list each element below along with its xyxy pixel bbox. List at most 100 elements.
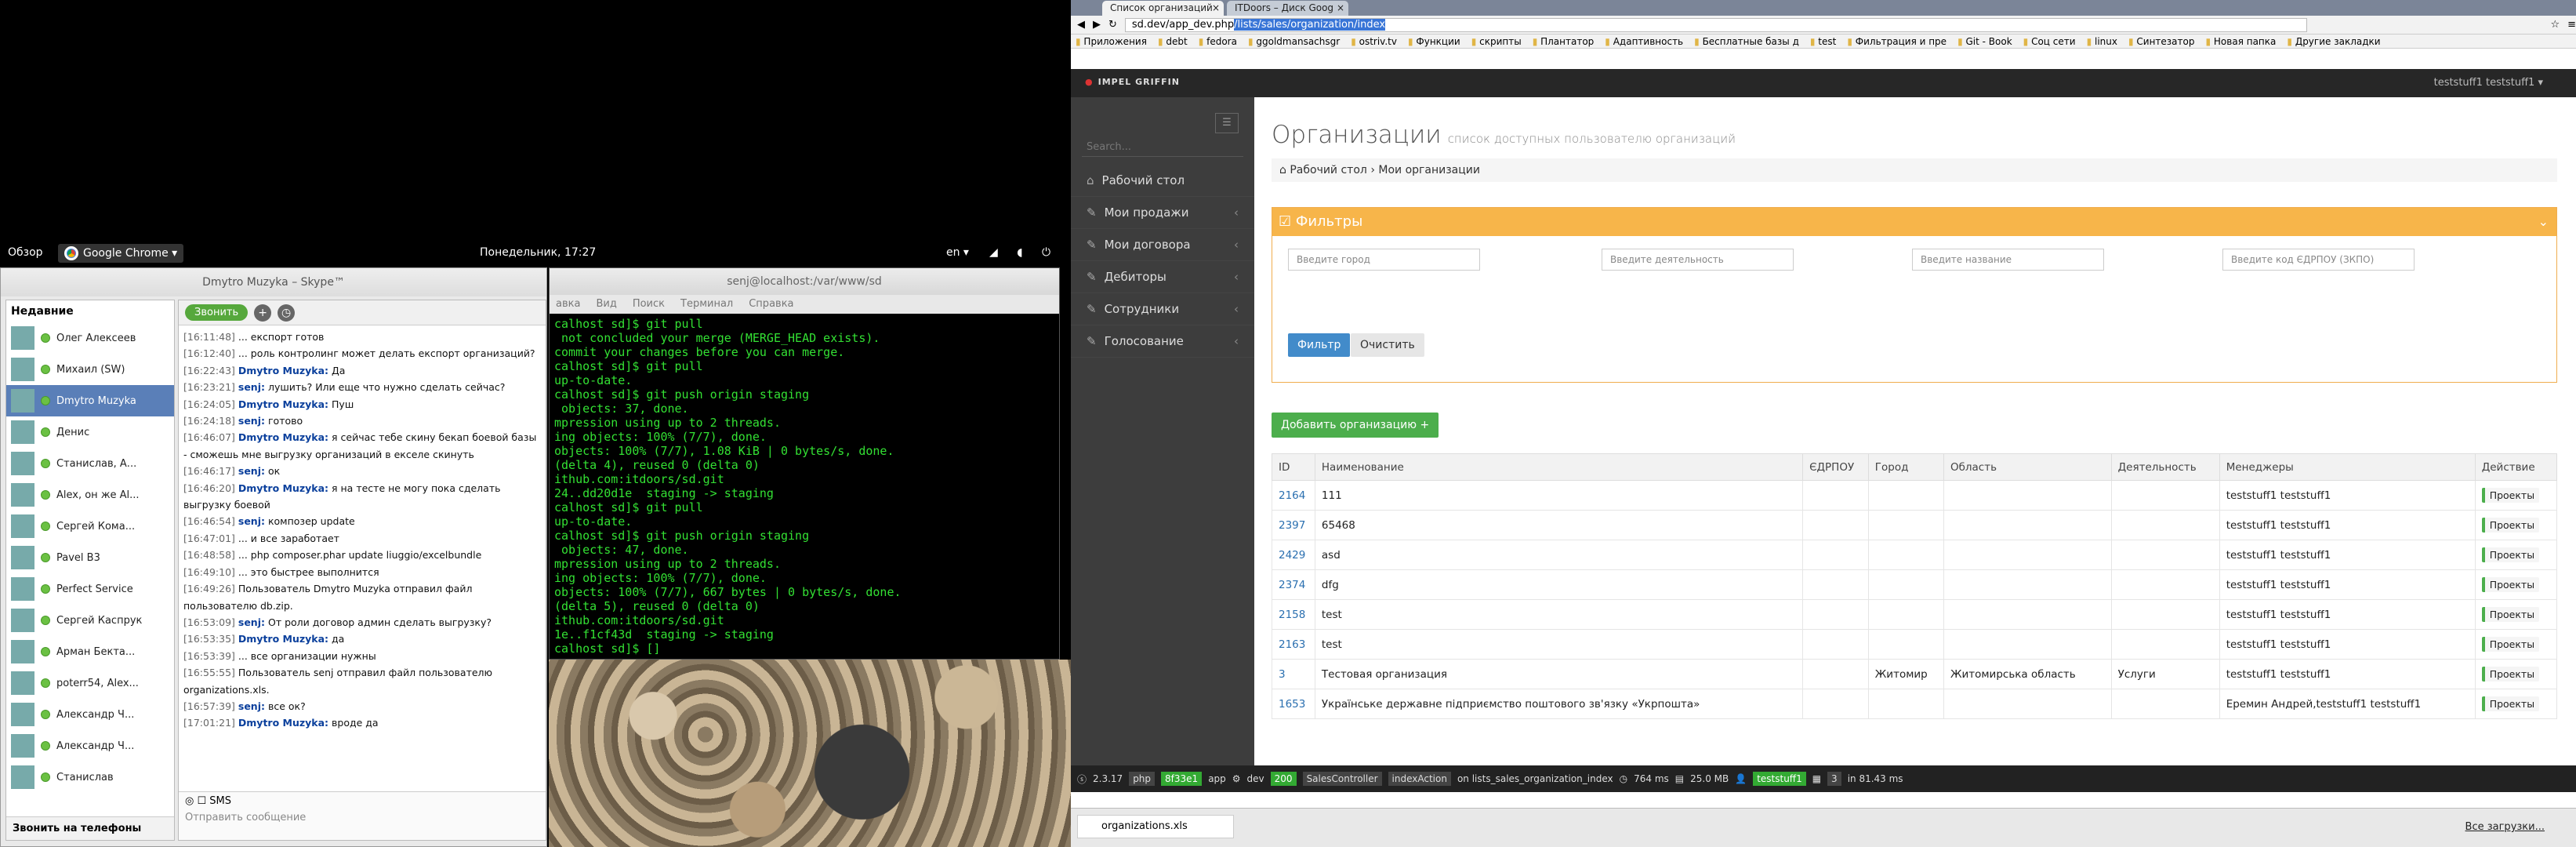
- bookmark-item[interactable]: debt: [1158, 35, 1187, 48]
- sidebar-item[interactable]: ✎ Голосование ‹: [1071, 325, 1254, 358]
- filters-header[interactable]: ☑ Фильтры ⌄: [1272, 208, 2556, 236]
- contact-item[interactable]: Dmytro Muzyka: [6, 385, 174, 416]
- bookmark-item[interactable]: Git - Book: [1957, 35, 2012, 48]
- bookmark-item[interactable]: Синтезатор: [2128, 35, 2194, 48]
- menu-icon[interactable]: ≡: [2567, 19, 2576, 31]
- add-organization-button[interactable]: Добавить организацию +: [1272, 413, 1439, 438]
- reload-icon[interactable]: ↻: [1108, 19, 1117, 31]
- column-header[interactable]: Деятельность: [2110, 453, 2220, 481]
- contact-item[interactable]: Pavel B3: [6, 542, 174, 573]
- column-header[interactable]: Наименование: [1314, 453, 1804, 481]
- name-input[interactable]: Введите название: [1912, 249, 2104, 271]
- sf-queries[interactable]: 3: [1827, 772, 1841, 786]
- contact-item[interactable]: Станислав: [6, 762, 174, 793]
- chevron-down-icon[interactable]: ⌄: [2538, 208, 2549, 236]
- sms-toggle[interactable]: ◎ ☐ SMS: [185, 795, 539, 807]
- contact-item[interactable]: Perfect Service: [6, 573, 174, 605]
- message-input-area[interactable]: ◎ ☐ SMS Отправить сообщение: [179, 791, 546, 840]
- contact-item[interactable]: Александр Ч...: [6, 699, 174, 730]
- tab-organizations[interactable]: Список организаций ×: [1102, 1, 1224, 16]
- terminal-menu-item[interactable]: Вид: [596, 295, 616, 314]
- sidebar-item[interactable]: ✎ Мои продажи ‹: [1071, 197, 1254, 229]
- sidebar-search[interactable]: Search...: [1082, 138, 1243, 157]
- bookmark-item[interactable]: Приложения: [1076, 35, 1147, 48]
- sidebar-item[interactable]: ⌂ Рабочий стол: [1071, 165, 1254, 197]
- bookmark-item[interactable]: Бесплатные базы д: [1694, 35, 1799, 48]
- contact-item[interactable]: Станислав, А...: [6, 448, 174, 479]
- terminal-menu-item[interactable]: Поиск: [633, 295, 665, 314]
- edrpou-input[interactable]: Введите код ЄДРПОУ (ЗКПО): [2222, 249, 2415, 271]
- symfony-icon[interactable]: ⓢ: [1077, 772, 1087, 786]
- projects-button[interactable]: Проекты: [2481, 547, 2540, 562]
- table-cell[interactable]: 2374: [1272, 569, 1315, 600]
- all-downloads-link[interactable]: Все загрузки...: [2465, 821, 2545, 833]
- contact-item[interactable]: Денис: [6, 416, 174, 448]
- projects-button[interactable]: Проекты: [2481, 696, 2540, 711]
- bookmark-item[interactable]: Новая папка: [2205, 35, 2276, 48]
- bookmark-item[interactable]: Другие закладки: [2287, 35, 2381, 48]
- sf-status[interactable]: 200: [1270, 772, 1297, 786]
- star-icon[interactable]: ☆: [2550, 19, 2560, 31]
- address-bar[interactable]: sd.dev/app_dev.php/lists/sales/organizat…: [1124, 17, 2308, 32]
- projects-button[interactable]: Проекты: [2481, 607, 2540, 622]
- contact-item[interactable]: Сергей Каспрук: [6, 605, 174, 636]
- contact-item[interactable]: Михаил (SW): [6, 354, 174, 385]
- sidebar-item[interactable]: ✎ Мои договора ‹: [1071, 229, 1254, 261]
- bookmark-item[interactable]: linux: [2087, 35, 2117, 48]
- contact-item[interactable]: Alex, он же Al...: [6, 479, 174, 511]
- column-header[interactable]: Город: [1867, 453, 1944, 481]
- projects-button[interactable]: Проекты: [2481, 637, 2540, 652]
- call-button[interactable]: Звонить: [185, 304, 249, 321]
- table-cell[interactable]: 1653: [1272, 689, 1315, 719]
- bookmark-item[interactable]: Фильтрация и пре: [1847, 35, 1947, 48]
- column-header[interactable]: Менеджеры: [2219, 453, 2476, 481]
- breadcrumb-home[interactable]: Рабочий стол: [1290, 164, 1367, 176]
- bookmark-item[interactable]: скрипты: [1471, 35, 1522, 48]
- projects-button[interactable]: Проекты: [2481, 518, 2540, 533]
- terminal-menu-item[interactable]: авка: [556, 295, 580, 314]
- column-header[interactable]: Область: [1943, 453, 2112, 481]
- tab-drive[interactable]: ITDoors – Диск Goog ×: [1227, 1, 1348, 16]
- table-cell[interactable]: 3: [1272, 659, 1315, 689]
- message-input[interactable]: Отправить сообщение: [185, 812, 539, 823]
- filter-button[interactable]: Фильтр: [1288, 333, 1351, 357]
- sf-hash[interactable]: 8f33e1: [1161, 772, 1203, 786]
- history-icon[interactable]: ◷: [278, 304, 296, 322]
- back-icon[interactable]: ◀: [1077, 19, 1085, 31]
- add-icon[interactable]: +: [254, 304, 272, 322]
- terminal-menu-item[interactable]: Справка: [749, 295, 793, 314]
- activity-input[interactable]: Введите деятельность: [1602, 249, 1794, 271]
- user-menu[interactable]: teststuff1 teststuff1 ▾: [2434, 77, 2543, 89]
- bookmark-item[interactable]: Плантатор: [1533, 35, 1594, 48]
- city-input[interactable]: Введите город: [1288, 249, 1480, 271]
- contact-item[interactable]: Сергей Кома...: [6, 511, 174, 542]
- contact-item[interactable]: Олег Алексеев: [6, 322, 174, 354]
- table-cell[interactable]: 2429: [1272, 540, 1315, 570]
- column-header[interactable]: ID: [1272, 453, 1315, 481]
- forward-icon[interactable]: ▶: [1093, 19, 1101, 31]
- contact-item[interactable]: Арман Бекта...: [6, 636, 174, 667]
- status-icons[interactable]: ◢ ◖ ⏻: [989, 246, 1058, 259]
- table-cell[interactable]: 2164: [1272, 480, 1315, 511]
- sidebar-item[interactable]: ✎ Дебиторы ‹: [1071, 261, 1254, 293]
- projects-button[interactable]: Проекты: [2481, 577, 2540, 592]
- contact-item[interactable]: poterr54, Alex...: [6, 667, 174, 699]
- column-header[interactable]: Действие: [2474, 453, 2558, 481]
- contact-item[interactable]: Александр Ч...: [6, 730, 174, 762]
- bookmark-item[interactable]: ggoldmansachsgr: [1248, 35, 1340, 48]
- bookmark-item[interactable]: Соц сети: [2023, 35, 2075, 48]
- sf-user[interactable]: teststuff1: [1753, 772, 1806, 786]
- keyboard-layout[interactable]: en ▾: [946, 246, 969, 259]
- brand-logo[interactable]: IMPEL GRIFFIN: [1085, 77, 1180, 87]
- terminal-menu-item[interactable]: Терминал: [680, 295, 733, 314]
- chrome-app-menu[interactable]: Google Chrome ▾: [58, 244, 184, 263]
- table-cell[interactable]: 2158: [1272, 599, 1315, 630]
- table-cell[interactable]: 2163: [1272, 629, 1315, 660]
- sidebar-toggle[interactable]: ☰: [1215, 113, 1239, 133]
- download-item[interactable]: organizations.xls: [1077, 815, 1234, 838]
- terminal-output[interactable]: calhost sd]$ git pull not concluded your…: [550, 314, 1059, 659]
- gear-icon[interactable]: ⚙: [1232, 773, 1241, 784]
- column-header[interactable]: ЄДРПОУ: [1802, 453, 1869, 481]
- bookmark-item[interactable]: test: [1810, 35, 1836, 48]
- clock[interactable]: Понедельник, 17:27: [480, 246, 596, 259]
